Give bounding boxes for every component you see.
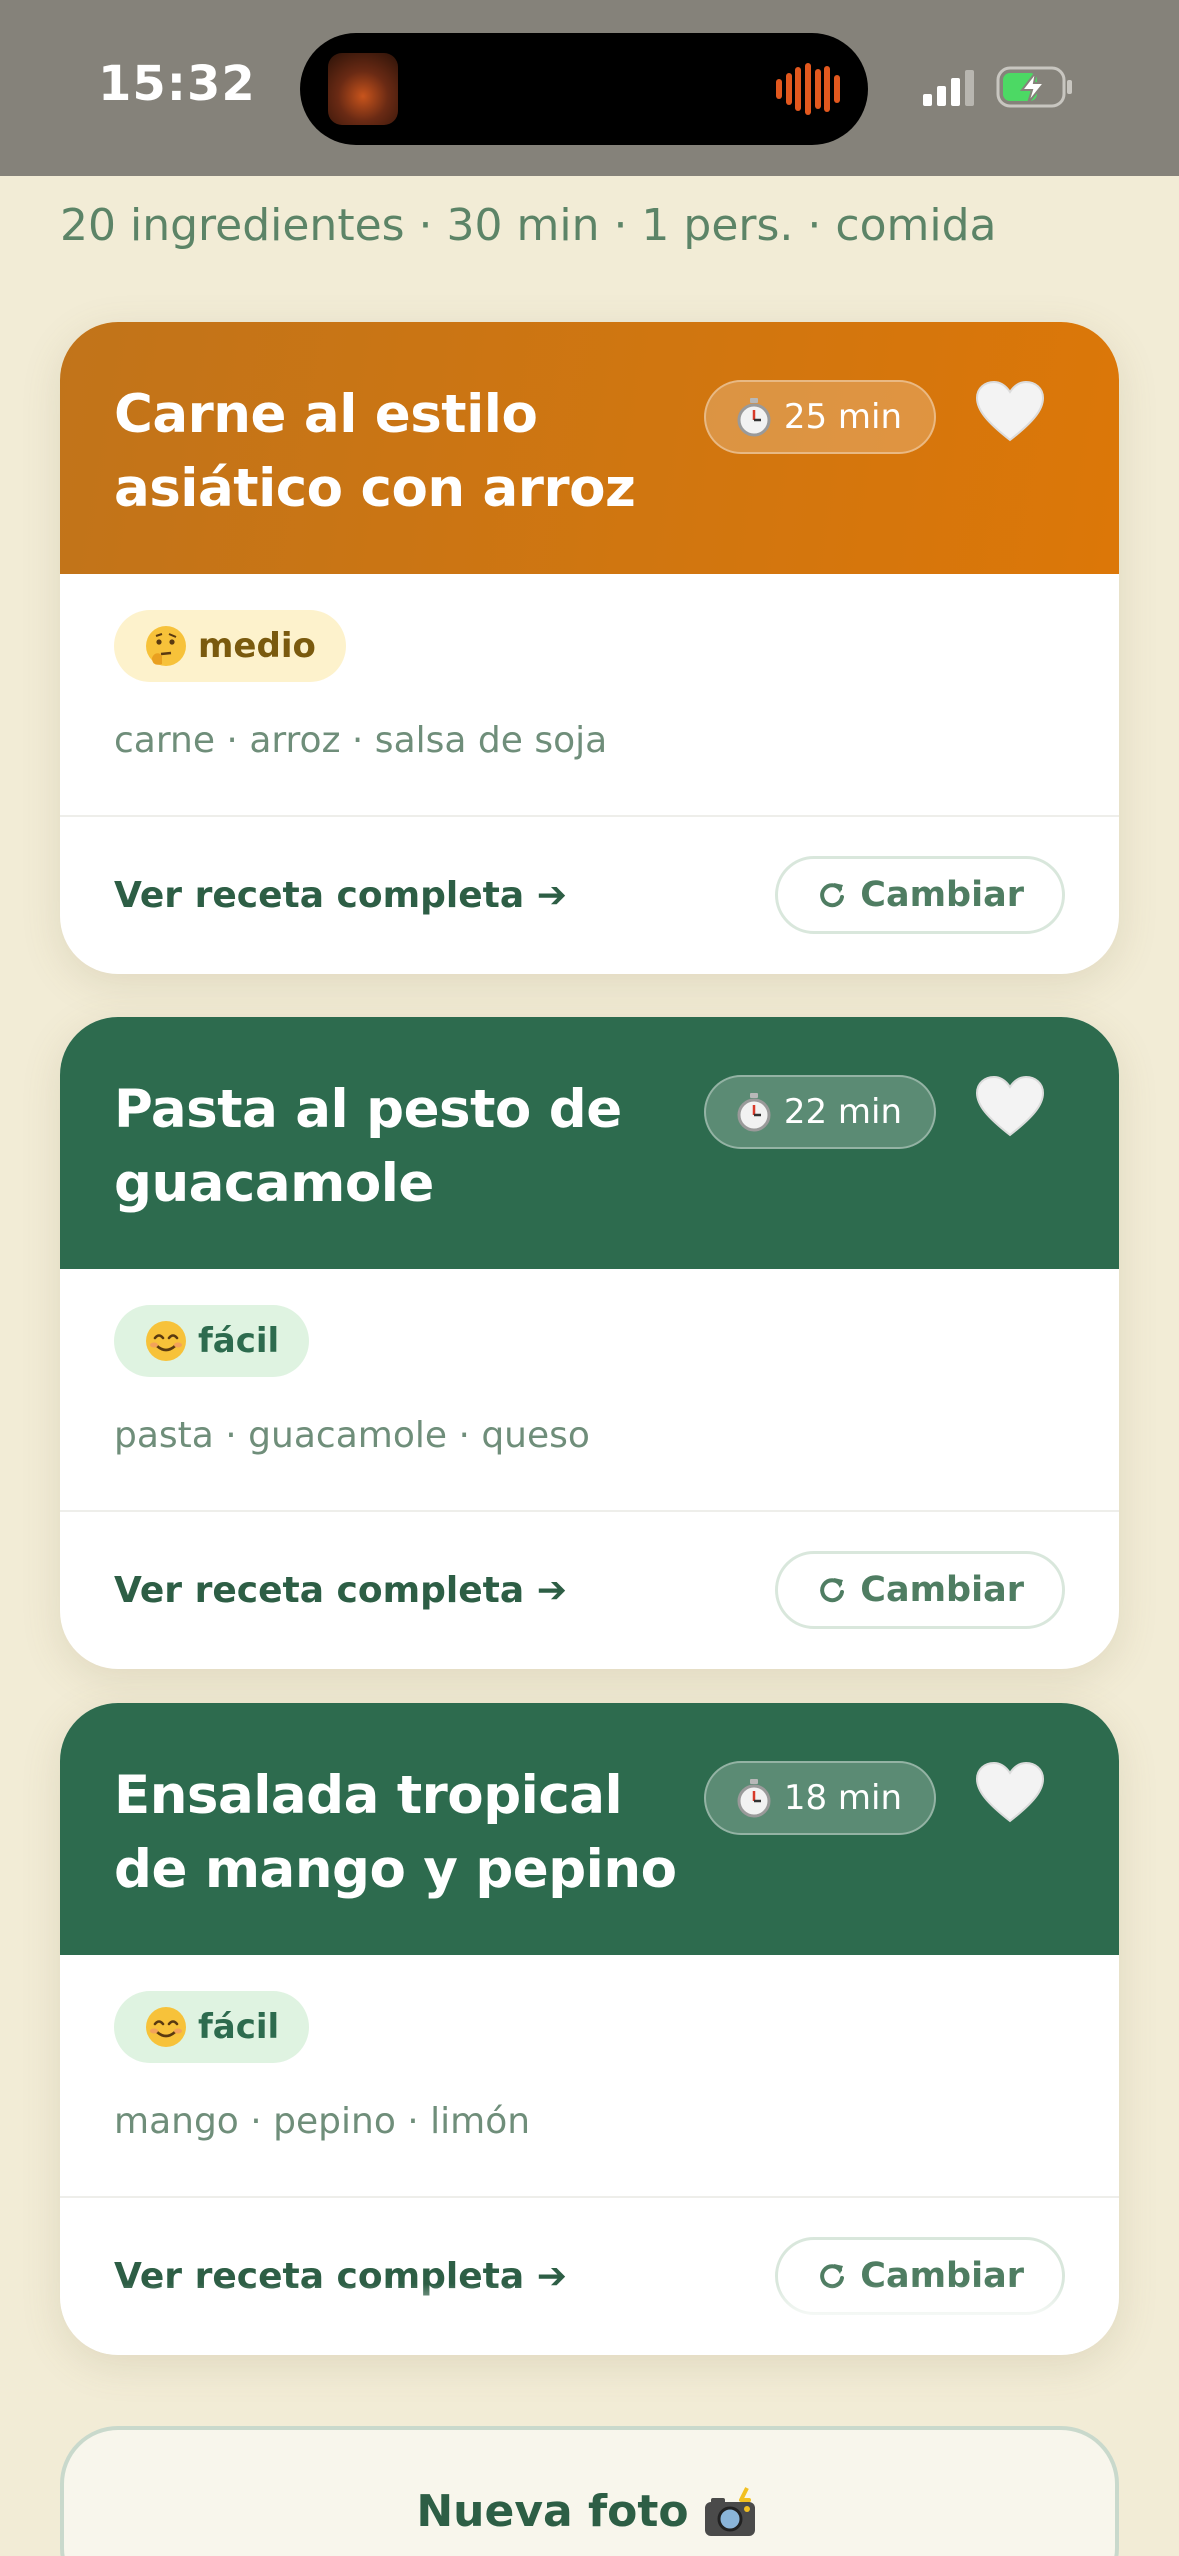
battery-charging-icon [996, 66, 1072, 108]
difficulty-label: fácil [198, 1321, 280, 1361]
swap-label: Cambiar [860, 1570, 1024, 1610]
ingredients-list: mango · pepino · limón [114, 2101, 531, 2142]
swap-label: Cambiar [860, 875, 1024, 915]
audio-waveform-icon [776, 63, 840, 115]
recipe-card: Pasta al pesto de guacamole 22 min fácil… [60, 1017, 1119, 1669]
recipe-card: Ensalada tropical de mango y pepino 18 m… [60, 1703, 1119, 2355]
new-photo-button[interactable]: Nueva foto [60, 2426, 1119, 2556]
time-badge: 18 min [703, 1761, 936, 1835]
difficulty-label: medio [198, 626, 316, 666]
swap-recipe-button[interactable]: Cambiar [775, 1551, 1065, 1629]
recipe-card-footer: Ver receta completa ➔ Cambiar [60, 817, 1119, 973]
stopwatch-icon [737, 1093, 771, 1132]
recipe-card-header: Pasta al pesto de guacamole 22 min [60, 1017, 1119, 1269]
status-time: 15:32 [98, 56, 256, 112]
recipe-title: Carne al estilo asiático con arroz [114, 384, 636, 519]
ingredients-list: carne · arroz · salsa de soja [114, 720, 608, 761]
view-recipe-link[interactable]: Ver receta completa ➔ [114, 875, 567, 916]
time-label: 22 min [783, 1092, 902, 1132]
recipe-card-footer: Ver receta completa ➔ Cambiar [60, 1512, 1119, 1668]
dynamic-island[interactable] [300, 33, 868, 145]
recipe-card-header: Ensalada tropical de mango y pepino 18 m… [60, 1703, 1119, 1955]
now-playing-artwork [328, 53, 398, 125]
heart-icon[interactable] [975, 1075, 1045, 1139]
view-recipe-link[interactable]: Ver receta completa ➔ [114, 1570, 567, 1611]
swap-recipe-button[interactable]: Cambiar [775, 856, 1065, 934]
difficulty-badge: fácil [114, 1991, 310, 2063]
time-label: 18 min [783, 1778, 902, 1818]
difficulty-badge: fácil [114, 1305, 310, 1377]
recipe-title: Ensalada tropical de mango y pepino [114, 1765, 677, 1900]
camera-flash-icon [704, 2487, 755, 2536]
stopwatch-icon [737, 1779, 771, 1818]
thinking-face-icon [146, 626, 186, 666]
new-photo-label: Nueva foto [416, 2486, 689, 2537]
time-label: 25 min [783, 397, 902, 437]
status-bar: 15:32 [0, 0, 1179, 176]
time-badge: 25 min [703, 380, 936, 454]
refresh-icon [820, 883, 845, 908]
heart-icon[interactable] [975, 380, 1045, 444]
cellular-signal-icon [923, 70, 974, 106]
recipe-card-header: Carne al estilo asiático con arroz 25 mi… [60, 322, 1119, 574]
smiling-face-icon [146, 1321, 186, 1361]
recipe-card-body: fácil mango · pepino · limón [60, 1955, 1119, 2198]
recipe-title: Pasta al pesto de guacamole [114, 1079, 622, 1214]
recipe-card-body: medio carne · arroz · salsa de soja [60, 574, 1119, 817]
refresh-icon [820, 1578, 845, 1603]
heart-icon[interactable] [975, 1761, 1045, 1825]
recipe-card: Carne al estilo asiático con arroz 25 mi… [60, 322, 1119, 974]
ingredients-list: pasta · guacamole · queso [114, 1415, 590, 1456]
difficulty-badge: medio [114, 610, 346, 682]
recipe-card-body: fácil pasta · guacamole · queso [60, 1269, 1119, 1512]
recipe-card-footer: Ver receta completa ➔ Cambiar [60, 2198, 1119, 2354]
meal-summary: 20 ingredientes · 30 min · 1 pers. · com… [60, 200, 997, 251]
smiling-face-icon [146, 2007, 186, 2047]
difficulty-label: fácil [198, 2007, 280, 2047]
stopwatch-icon [737, 398, 771, 437]
time-badge: 22 min [703, 1075, 936, 1149]
scroll-fade [60, 2284, 1119, 2354]
